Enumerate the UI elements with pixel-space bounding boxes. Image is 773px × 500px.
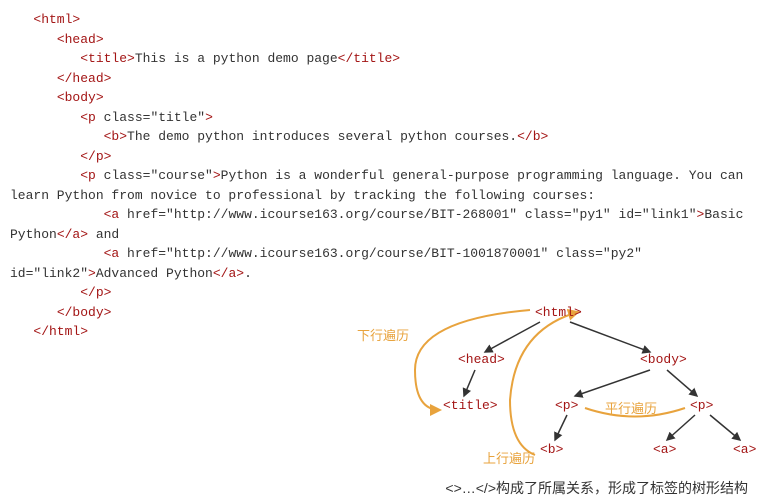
tag: </b> [517,129,548,144]
tree-node-head: <head> [458,352,505,367]
tree-node-body: <body> [640,352,687,367]
tag: <p [80,110,96,125]
tag: </body> [57,305,112,320]
tag: </a> [213,266,244,281]
b-text: The demo python introduces several pytho… [127,129,517,144]
tag: <a [104,207,120,222]
tag: <a [104,246,120,261]
tag: <head> [57,32,104,47]
tree-node-a2: <a> [733,442,756,457]
html-code-block: <html> <head> <title>This is a python de… [10,10,763,342]
tag: </p> [80,149,111,164]
tree-node-p2: <p> [690,398,713,413]
tree-node-b: <b> [540,442,563,457]
tree-node-a1: <a> [653,442,676,457]
period: . [244,266,252,281]
a2-text: Advanced Python [96,266,213,281]
and-text: and [88,227,119,242]
tag: <b> [104,129,127,144]
attr: class="title" [104,110,205,125]
tag: <title> [80,51,135,66]
label-up-traversal: 上行遍历 [483,448,535,467]
tag: > [213,168,221,183]
title-text: This is a python demo page [135,51,338,66]
tag: </p> [80,285,111,300]
tag: <html> [33,12,80,27]
tag: </html> [33,324,88,339]
tag: </a> [57,227,88,242]
label-down-traversal: 下行遍历 [357,325,409,344]
tag: </head> [57,71,112,86]
tag: > [88,266,96,281]
tree-diagram: <html> <head> <body> <title> <p> <p> <b>… [355,300,765,460]
attr: class="course" [104,168,213,183]
tag: > [205,110,213,125]
caption: <>…</>构成了所属关系，形成了标签的树形结构 [445,478,748,498]
tree-arrows [355,300,765,460]
tag: <p [80,168,96,183]
tag: <body> [57,90,104,105]
tag: </title> [338,51,400,66]
tree-node-html: <html> [535,305,582,320]
attr: href="http://www.icourse163.org/course/B… [127,207,697,222]
tree-node-p1: <p> [555,398,578,413]
tree-node-title: <title> [443,398,498,413]
label-side-traversal: 平行遍历 [605,398,657,417]
